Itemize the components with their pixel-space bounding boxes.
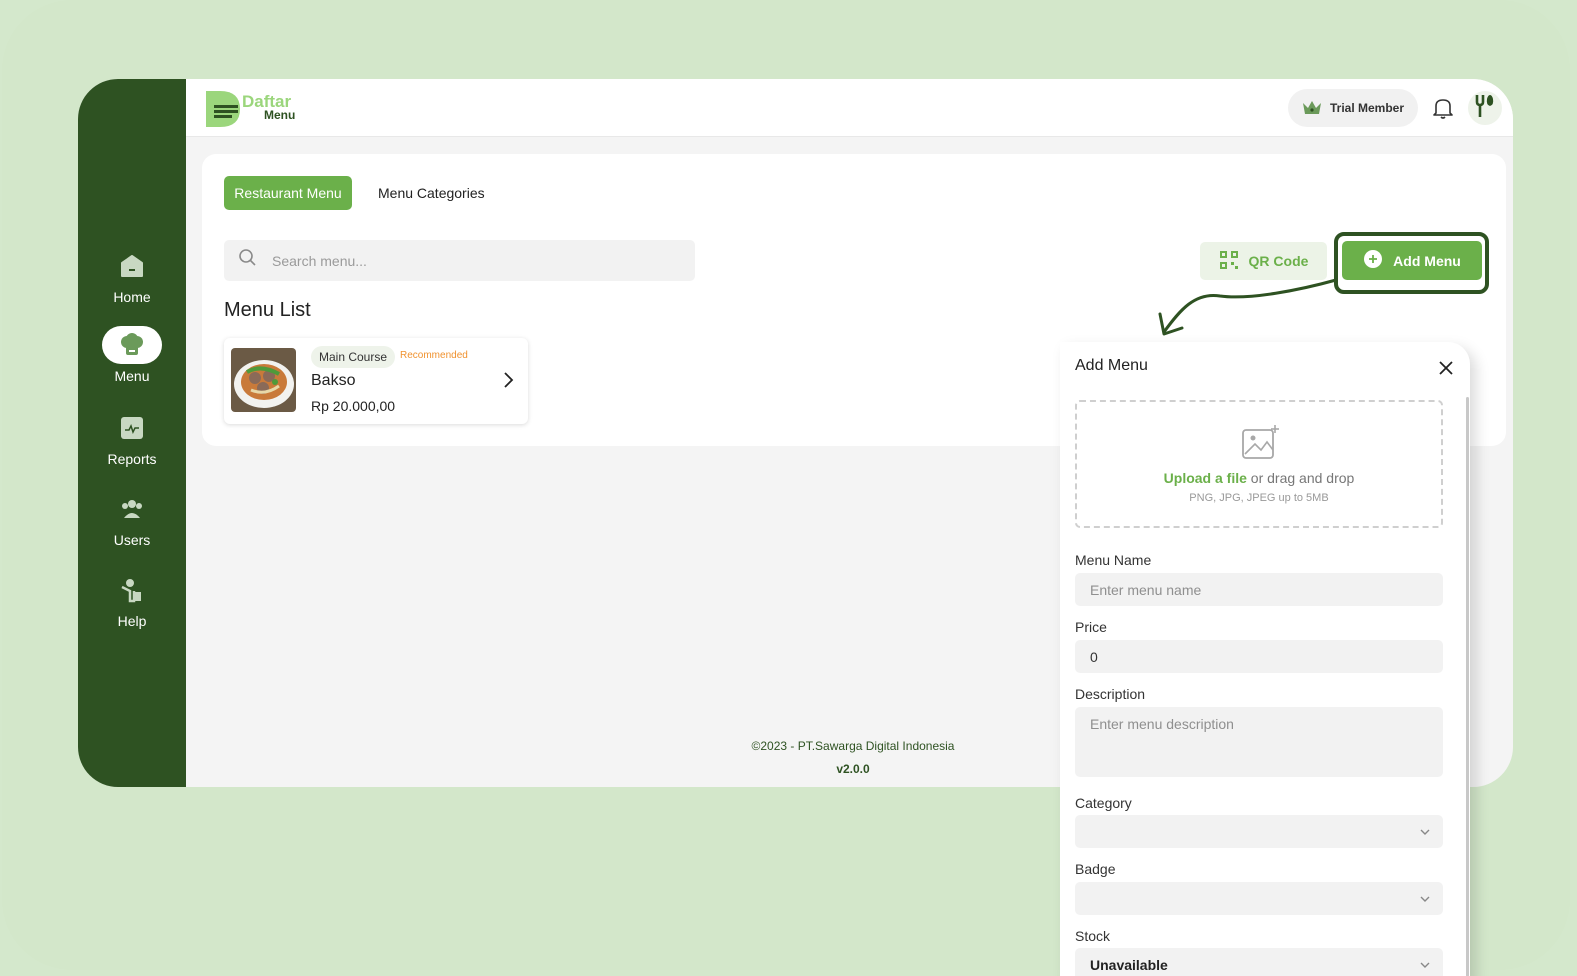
- sidebar-item-reports[interactable]: Reports: [78, 409, 186, 479]
- item-name: Bakso: [311, 372, 356, 389]
- search-box: [224, 240, 695, 281]
- menu-name-label: Menu Name: [1075, 552, 1152, 568]
- tab-menu-categories[interactable]: Menu Categories: [378, 176, 485, 210]
- upload-text: Upload a file or drag and drop: [1077, 470, 1441, 486]
- recommended-badge: Recommended: [400, 350, 468, 361]
- sidebar: Home Menu Reports Users Help: [78, 79, 186, 787]
- trial-member-label: Trial Member: [1330, 101, 1405, 115]
- add-menu-panel: Add Menu Upload a file or drag and drop …: [1060, 342, 1470, 976]
- sidebar-item-label: Help: [117, 613, 147, 629]
- tab-restaurant-menu[interactable]: Restaurant Menu: [224, 176, 352, 210]
- food-image: [231, 348, 296, 412]
- description-label: Description: [1075, 686, 1146, 702]
- category-badge: Main Course: [311, 346, 396, 368]
- sidebar-item-label: Users: [113, 532, 151, 548]
- sidebar-item-label: Reports: [107, 451, 157, 467]
- badge-select[interactable]: [1075, 882, 1443, 915]
- logo: Daftar Menu: [206, 89, 306, 129]
- badge-label: Badge: [1075, 861, 1116, 877]
- chevron-down-icon: [1419, 892, 1431, 908]
- search-input[interactable]: [272, 252, 652, 269]
- image-upload-icon: [1241, 424, 1281, 467]
- users-icon: [102, 490, 162, 528]
- plus-circle-icon: [1363, 249, 1383, 272]
- chevron-down-icon: [1419, 958, 1431, 974]
- category-label: Category: [1075, 795, 1132, 811]
- avatar[interactable]: [1468, 91, 1502, 125]
- search-icon: [238, 248, 258, 273]
- sidebar-item-menu[interactable]: Menu: [78, 326, 186, 396]
- upload-file-link[interactable]: Upload a file: [1164, 470, 1247, 486]
- qr-code-label: QR Code: [1248, 253, 1309, 269]
- description-textarea[interactable]: [1075, 707, 1443, 777]
- reports-icon: [102, 409, 162, 447]
- crown-icon: [1302, 99, 1322, 118]
- topbar: Daftar Menu Trial Member: [186, 79, 1513, 137]
- footer-copyright: ©2023 - PT.Sawarga Digital Indonesia: [751, 739, 955, 753]
- add-menu-label: Add Menu: [1393, 252, 1461, 269]
- stock-select[interactable]: Unavailable: [1075, 948, 1443, 976]
- upload-dropzone[interactable]: Upload a file or drag and drop PNG, JPG,…: [1075, 400, 1443, 528]
- sidebar-item-home[interactable]: Home: [78, 247, 186, 317]
- sidebar-item-users[interactable]: Users: [78, 490, 186, 560]
- close-icon[interactable]: [1436, 358, 1456, 378]
- item-price: Rp 20.000,00: [311, 398, 396, 414]
- price-input[interactable]: [1075, 640, 1443, 673]
- help-icon: [102, 571, 162, 609]
- chevron-right-icon[interactable]: [501, 370, 517, 395]
- panel-scrollbar[interactable]: [1466, 397, 1469, 976]
- menu-name-input[interactable]: [1075, 573, 1443, 606]
- list-item[interactable]: Main Course Recommended Bakso Rp 20.000,…: [224, 338, 528, 424]
- category-select[interactable]: [1075, 815, 1443, 848]
- bell-icon[interactable]: [1430, 95, 1456, 121]
- menu-list-title: Menu List: [224, 299, 311, 321]
- chef-hat-icon: [102, 326, 162, 364]
- upload-drag-text: or drag and drop: [1250, 470, 1355, 486]
- stock-label: Stock: [1075, 928, 1111, 944]
- add-menu-button[interactable]: Add Menu: [1342, 241, 1482, 280]
- trial-member-badge[interactable]: Trial Member: [1288, 89, 1418, 127]
- stock-select-value: Unavailable: [1090, 956, 1168, 973]
- sidebar-item-label: Menu: [114, 368, 150, 384]
- sidebar-item-help[interactable]: Help: [78, 571, 186, 641]
- utensils-icon: [1474, 94, 1496, 123]
- sidebar-item-label: Home: [113, 289, 151, 305]
- annotation-arrow: [1158, 278, 1338, 336]
- logo-text-2: Menu: [264, 108, 295, 122]
- upload-hint: PNG, JPG, JPEG up to 5MB: [1189, 492, 1329, 504]
- home-icon: [102, 247, 162, 285]
- chevron-down-icon: [1419, 825, 1431, 841]
- footer-version: v2.0.0: [836, 762, 870, 776]
- price-label: Price: [1075, 619, 1107, 635]
- panel-title: Add Menu: [1075, 357, 1148, 374]
